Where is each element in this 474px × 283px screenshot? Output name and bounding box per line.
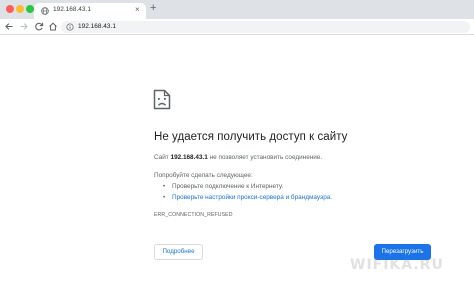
new-tab-button[interactable]: + bbox=[150, 2, 156, 15]
tab-close-icon[interactable]: × bbox=[135, 5, 140, 15]
error-message-suffix: не позволяет установить соединение. bbox=[207, 154, 323, 161]
bullet: • bbox=[163, 183, 166, 190]
error-title: Не удается получить доступ к сайту bbox=[154, 131, 348, 143]
details-button[interactable]: Подробнее bbox=[154, 244, 203, 260]
error-code: ERR_CONNECTION_REFUSED bbox=[154, 212, 233, 218]
error-host: 192.168.43.1 bbox=[170, 154, 208, 161]
tab-title: 192.168.43.1 bbox=[53, 6, 91, 13]
error-message-prefix: Сайт bbox=[154, 154, 171, 161]
reload-icon[interactable] bbox=[34, 21, 44, 32]
maximize-window-button[interactable] bbox=[26, 5, 34, 13]
toolbar: 192.168.43.1 bbox=[0, 19, 474, 35]
suggestion-text: Проверьте подключение к Интернету. bbox=[172, 183, 284, 190]
close-window-button[interactable] bbox=[6, 5, 14, 13]
tab-bar: 192.168.43.1 × + bbox=[0, 0, 474, 19]
tab-active[interactable]: 192.168.43.1 × bbox=[34, 3, 146, 19]
minimize-window-button[interactable] bbox=[16, 5, 24, 13]
forward-arrow-icon[interactable] bbox=[19, 21, 29, 32]
suggestions-label: Попробуйте сделать следующее: bbox=[154, 172, 253, 179]
home-icon[interactable] bbox=[48, 21, 58, 32]
address-url[interactable]: 192.168.43.1 bbox=[78, 23, 116, 30]
globe-icon bbox=[41, 7, 49, 15]
address-bar[interactable]: 192.168.43.1 bbox=[61, 21, 470, 33]
info-icon[interactable] bbox=[66, 23, 74, 31]
proxy-firewall-link[interactable]: Проверьте настройки прокси-сервера и бра… bbox=[172, 194, 332, 201]
bullet: • bbox=[163, 194, 166, 201]
back-arrow-icon[interactable] bbox=[4, 21, 14, 32]
sad-page-icon bbox=[153, 89, 171, 110]
watermark-logo: WIFIKA.RU bbox=[350, 257, 444, 273]
error-message: Сайт 192.168.43.1 не позволяет установит… bbox=[154, 154, 322, 161]
